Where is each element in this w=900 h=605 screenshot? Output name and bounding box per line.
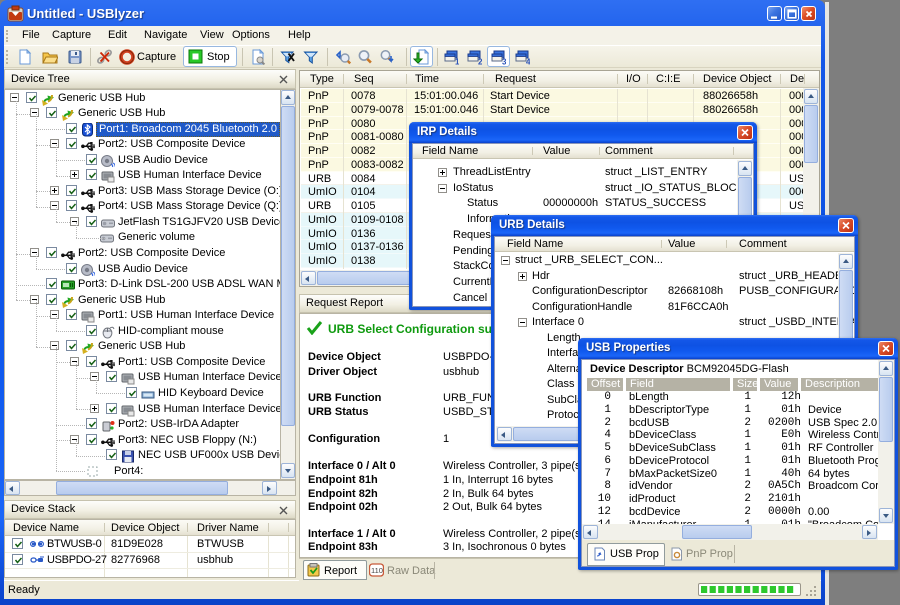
- svg-text:1: 1: [455, 58, 459, 66]
- svg-text:110: 110: [371, 566, 383, 575]
- svg-text:3: 3: [502, 58, 506, 66]
- svg-text:4: 4: [526, 58, 530, 66]
- svg-text:2: 2: [478, 58, 482, 66]
